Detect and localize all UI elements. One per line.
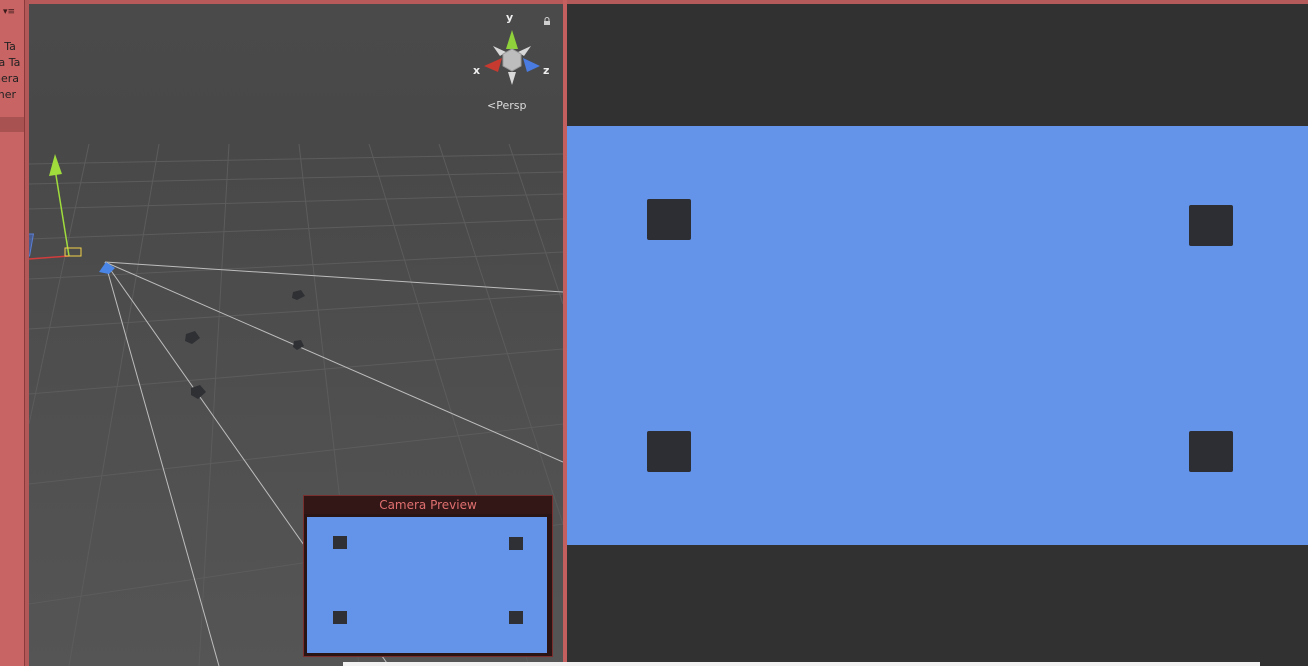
perspective-icon: < — [487, 99, 497, 112]
lock-icon[interactable] — [543, 17, 551, 25]
hierarchy-item[interactable]: ra Ta — [0, 56, 20, 69]
gizmo-z-label: z — [543, 64, 550, 77]
camera-preview-panel: Camera Preview — [303, 495, 553, 657]
bottom-bar — [343, 662, 1260, 666]
game-cube — [647, 431, 691, 472]
projection-label: Persp — [496, 99, 527, 112]
camera-preview-viewport — [307, 517, 547, 653]
gizmo-y-label: y — [506, 11, 514, 24]
hierarchy-item[interactable]: mer — [0, 88, 16, 101]
hierarchy-menu-icon[interactable]: ▾≡ — [3, 7, 15, 17]
gizmo-x-label: x — [473, 64, 481, 77]
projection-toggle[interactable]: <Persp — [487, 99, 526, 112]
hierarchy-item[interactable]: nera — [0, 72, 19, 85]
game-viewport — [567, 126, 1308, 545]
game-cube — [1189, 431, 1233, 472]
hierarchy-item[interactable]: a Ta — [0, 40, 16, 53]
hierarchy-panel: ▾≡ a Ta ra Ta nera mer — [0, 0, 25, 666]
game-view[interactable] — [567, 4, 1308, 666]
preview-cube — [509, 611, 523, 624]
transform-handle-icon[interactable] — [29, 154, 82, 260]
preview-cube — [333, 611, 347, 624]
hierarchy-selected-row[interactable] — [0, 117, 24, 132]
game-cube — [1189, 205, 1233, 246]
preview-cube — [509, 537, 523, 550]
game-cube — [647, 199, 691, 240]
camera-preview-title: Camera Preview — [304, 496, 552, 514]
preview-cube — [333, 536, 347, 549]
